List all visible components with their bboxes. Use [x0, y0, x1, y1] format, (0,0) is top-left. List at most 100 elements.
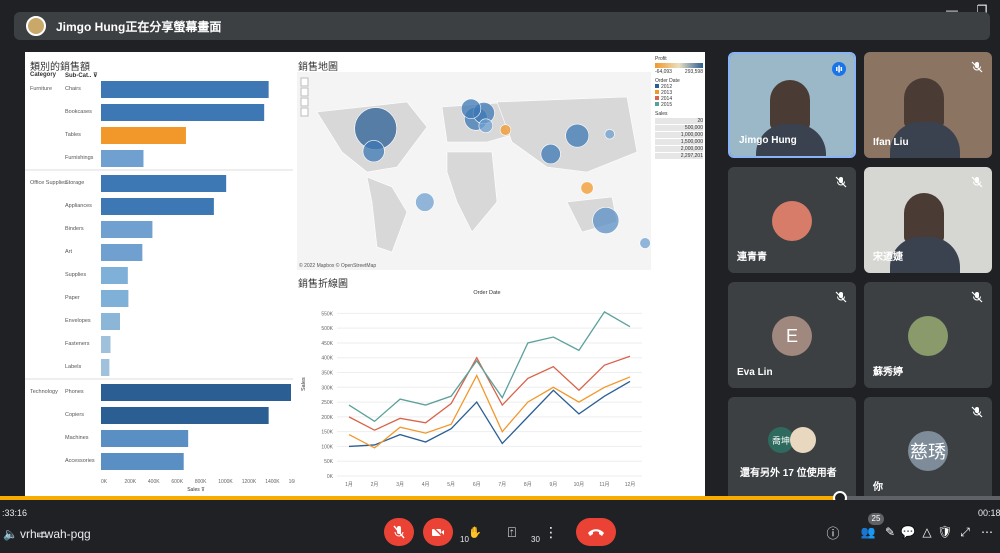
- map-bubble: [478, 118, 494, 133]
- line-series: [348, 373, 631, 449]
- mic-muted-icon: [971, 176, 983, 188]
- bar-mark: [101, 384, 291, 401]
- bar-x-tick: 200K: [124, 479, 136, 485]
- presenter-banner: Jimgo Hung正在分享螢幕畫面: [14, 12, 990, 40]
- bar-subcategory-label: Phones: [65, 389, 84, 395]
- bar-subcategory-label: Copiers: [65, 412, 84, 418]
- line-x-tick: 6月: [473, 482, 481, 488]
- map-tool: [300, 77, 309, 87]
- legend-years: 2012 2013 2014 2015: [655, 84, 703, 108]
- raise-hand-icon: ✋: [468, 526, 482, 539]
- bar-subcategory-label: Labels: [65, 364, 81, 370]
- map-bubble: [565, 123, 590, 148]
- participant-tile[interactable]: E Eva Lin: [728, 282, 856, 388]
- speaking-icon: [832, 62, 846, 76]
- participant-tile[interactable]: 宋迺婕: [864, 167, 992, 273]
- bar-mark: [101, 430, 189, 447]
- participant-name: Ifan Liu: [873, 137, 909, 148]
- present-button[interactable]: ⍐: [498, 518, 526, 546]
- chat-icon: 💬: [900, 525, 916, 539]
- participant-tile[interactable]: 慈琇你: [864, 397, 992, 503]
- bar-x-tick: 0K: [101, 479, 108, 485]
- mic-off-button[interactable]: [384, 518, 414, 546]
- map-bubble: [540, 143, 561, 165]
- line-x-tick: 9月: [549, 482, 557, 488]
- control-bar: :33:16 00:18 🔈 ▭ vrh-rwah-pqg ✋ 10 ⍐ 30 …: [0, 500, 1000, 553]
- lock-button[interactable]: 🛡: [935, 518, 955, 546]
- legend-size-item: 1,000,000: [655, 132, 703, 138]
- time-elapsed: :33:16: [2, 508, 28, 518]
- legend-year-item: 2015: [655, 102, 703, 108]
- shared-screen: 類別的銷售額 Category Sub-Cat.. ⊽ Furniture Cha…: [25, 52, 705, 500]
- present-icon: ⍐: [507, 523, 517, 540]
- people-button[interactable]: 👥: [858, 518, 878, 546]
- bar-subcategory-label: Fasteners: [65, 341, 90, 347]
- participant-name: Jimgo Hung: [739, 135, 797, 146]
- line-x-tick: 7月: [498, 482, 506, 488]
- avatar: E: [772, 316, 812, 356]
- mic-muted-icon: [835, 291, 847, 303]
- legend-profit-max: 293,598: [684, 69, 703, 75]
- line-x-tick: 11月: [599, 482, 609, 488]
- participant-name: Eva Lin: [737, 367, 773, 378]
- bar-category-label: Office Supplies: [30, 180, 67, 186]
- map-bubble: [604, 129, 615, 140]
- legend-profit-min: -64,093: [655, 69, 672, 75]
- participant-tile[interactable]: Ifan Liu: [864, 52, 992, 158]
- sales-map[interactable]: [297, 72, 651, 270]
- participant-tile[interactable]: 連青青: [728, 167, 856, 273]
- map-tool: [300, 87, 309, 97]
- participant-tile[interactable]: 喬坤 還有另外 17 位使用者: [728, 397, 856, 503]
- line-x-tick: 4月: [422, 482, 430, 488]
- top-bar: — ❐ Jimgo Hung正在分享螢幕畫面: [0, 0, 1000, 48]
- bar-mark: [101, 104, 265, 121]
- line-y-tick: 450K: [321, 341, 333, 347]
- bar-mark: [101, 175, 227, 192]
- line-x-tick: 10月: [574, 482, 585, 488]
- map-bubble: [362, 140, 385, 163]
- bar-mark: [101, 198, 214, 215]
- more-vert-icon: ⋮: [544, 523, 558, 540]
- bar-mark: [101, 359, 110, 376]
- line-chart-subtitle: Order Date: [473, 290, 500, 296]
- line-x-tick: 8月: [524, 482, 532, 488]
- avatar: 慈琇: [908, 431, 948, 471]
- camera-off-button[interactable]: [423, 518, 453, 546]
- map-bubble: [460, 98, 482, 119]
- mini-avatar-photo: [790, 427, 816, 453]
- info-button[interactable]: ⓘ: [823, 518, 843, 546]
- bar-subcategory-label: Appliances: [65, 203, 92, 209]
- bar-category-label: Technology: [30, 389, 58, 395]
- map-credit: © 2022 Mapbox © OpenStreetMap: [299, 263, 377, 269]
- line-x-tick: 1月: [345, 482, 353, 488]
- chat-button[interactable]: 💬: [898, 518, 918, 546]
- participant-tile[interactable]: Jimgo Hung: [728, 52, 856, 158]
- map-title: 銷售地圖: [298, 62, 338, 73]
- leave-call-button[interactable]: [576, 518, 616, 546]
- pen-button[interactable]: ✎: [880, 518, 900, 546]
- bar-x-label: Sales ⊽: [187, 487, 205, 493]
- more-button[interactable]: ⋯: [978, 518, 996, 546]
- bar-mark: [101, 150, 144, 167]
- skip-forward-label[interactable]: 30: [531, 535, 540, 544]
- bar-mark: [101, 221, 153, 238]
- more-options-button[interactable]: ⋮: [544, 518, 558, 546]
- map-bubble: [580, 181, 594, 195]
- line-y-tick: 400K: [321, 356, 333, 362]
- line-series: [348, 380, 631, 448]
- fullscreen-button[interactable]: ⤢: [955, 518, 975, 546]
- activities-button[interactable]: △: [917, 518, 937, 546]
- participant-tile[interactable]: 蘇秀婷: [864, 282, 992, 388]
- bar-x-tick: 1000K: [218, 479, 233, 485]
- line-x-tick: 5月: [447, 482, 455, 488]
- volume-icon[interactable]: 🔈: [3, 527, 18, 541]
- line-x-tick: 3月: [396, 482, 404, 488]
- skip-back-label[interactable]: 10: [460, 535, 469, 544]
- avatar: [908, 316, 948, 356]
- line-y-tick: 50K: [324, 459, 334, 465]
- info-icon: ⓘ: [826, 525, 840, 541]
- bar-x-tick: 600K: [171, 479, 183, 485]
- line-y-tick: 150K: [321, 430, 333, 436]
- line-y-tick: 500K: [321, 326, 333, 332]
- camera-off-icon: [431, 525, 445, 539]
